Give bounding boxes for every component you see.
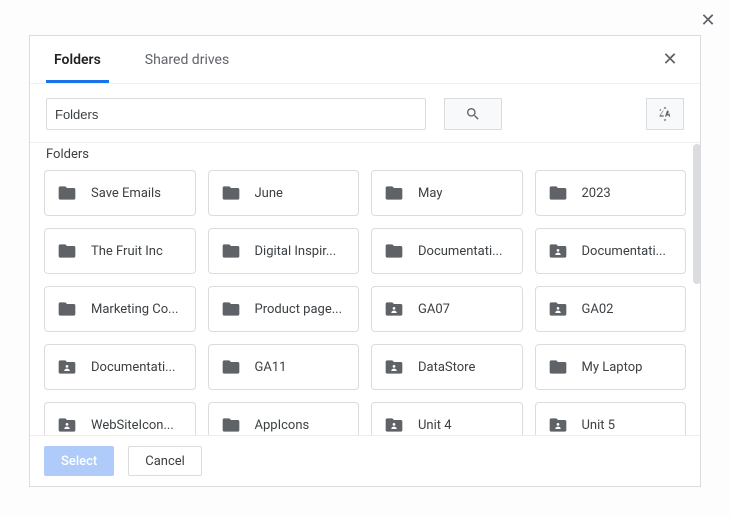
sort-az-icon [657,106,673,122]
button-label: Select [61,454,97,469]
tab-label: Folders [54,52,101,68]
dialog-footer: Select Cancel [30,435,700,486]
folder-item[interactable]: Digital Inspir... [208,228,360,274]
close-glyph: ✕ [700,10,715,31]
folder-label: GA11 [255,360,287,375]
folder-grid: Save Emails June May 2023 The Fruit Inc Digit… [44,170,686,435]
folder-item[interactable]: Marketing Co... [44,286,196,332]
folder-label: Documentati... [582,244,666,259]
folder-label: AppIcons [255,418,310,433]
folder-item[interactable]: Documentati... [371,228,523,274]
folder-label: June [255,186,283,201]
button-label: Cancel [145,454,185,469]
folder-icon [221,357,241,377]
folder-picker-dialog: Folders Shared drives ✕ Folders Save Ema… [29,35,701,487]
search-icon [465,106,481,122]
folder-icon [57,241,77,261]
folder-label: GA07 [418,302,450,317]
folder-label: Digital Inspir... [255,244,337,259]
folder-icon [57,183,77,203]
folder-label: DataStore [418,360,475,375]
shared-folder-icon [57,415,77,435]
tab-label: Shared drives [145,52,229,68]
folder-item[interactable]: AppIcons [208,402,360,435]
dialog-close-icon[interactable]: ✕ [656,46,684,74]
folder-icon [384,241,404,261]
folder-item[interactable]: Unit 4 [371,402,523,435]
shared-folder-icon [57,357,77,377]
select-button[interactable]: Select [44,446,114,476]
shared-folder-icon [384,357,404,377]
close-glyph: ✕ [662,49,677,70]
folder-item[interactable]: Unit 5 [535,402,687,435]
folder-item[interactable]: GA07 [371,286,523,332]
folder-grid-wrap: Save Emails June May 2023 The Fruit Inc Digit… [30,170,700,435]
folder-item[interactable]: Product page... [208,286,360,332]
folder-item[interactable]: 2023 [535,170,687,216]
folder-label: Save Emails [91,186,161,201]
folder-label: Documentati... [418,244,502,259]
cancel-button[interactable]: Cancel [128,446,202,476]
folder-item[interactable]: GA02 [535,286,687,332]
shared-folder-icon [384,415,404,435]
folder-icon [548,183,568,203]
folder-label: May [418,186,442,201]
folder-icon [384,183,404,203]
folder-label: The Fruit Inc [91,244,163,259]
folder-icon [221,241,241,261]
folder-label: 2023 [582,186,611,201]
search-bar [30,84,700,143]
folder-item[interactable]: June [208,170,360,216]
folder-label: WebSiteIcon... [91,418,174,433]
shared-folder-icon [548,299,568,319]
tab-shared-drives[interactable]: Shared drives [137,38,237,82]
folder-label: Product page... [255,302,343,317]
search-input[interactable] [46,98,426,130]
shared-folder-icon [384,299,404,319]
scrollbar[interactable] [693,144,701,284]
folder-icon [221,299,241,319]
sort-button[interactable] [646,98,684,130]
shared-folder-icon [548,415,568,435]
close-icon[interactable]: ✕ [698,10,718,30]
folder-label: Marketing Co... [91,302,178,317]
folder-item[interactable]: Documentati... [535,228,687,274]
folder-item[interactable]: May [371,170,523,216]
folder-item[interactable]: The Fruit Inc [44,228,196,274]
folder-item[interactable]: GA11 [208,344,360,390]
folder-label: Unit 5 [582,418,616,433]
tabs: Folders Shared drives ✕ [30,36,700,84]
folder-icon [548,357,568,377]
folder-icon [221,415,241,435]
folder-item[interactable]: WebSiteIcon... [44,402,196,435]
folder-label: My Laptop [582,360,643,375]
folder-item[interactable]: My Laptop [535,344,687,390]
folder-icon [57,299,77,319]
search-button[interactable] [444,98,502,130]
folder-label: Unit 4 [418,418,452,433]
folder-label: GA02 [582,302,614,317]
folder-label: Documentati... [91,360,175,375]
tab-folders[interactable]: Folders [46,38,109,82]
folder-item[interactable]: DataStore [371,344,523,390]
section-label: Folders [30,143,700,170]
shared-folder-icon [548,241,568,261]
folder-item[interactable]: Documentati... [44,344,196,390]
folder-item[interactable]: Save Emails [44,170,196,216]
folder-icon [221,183,241,203]
